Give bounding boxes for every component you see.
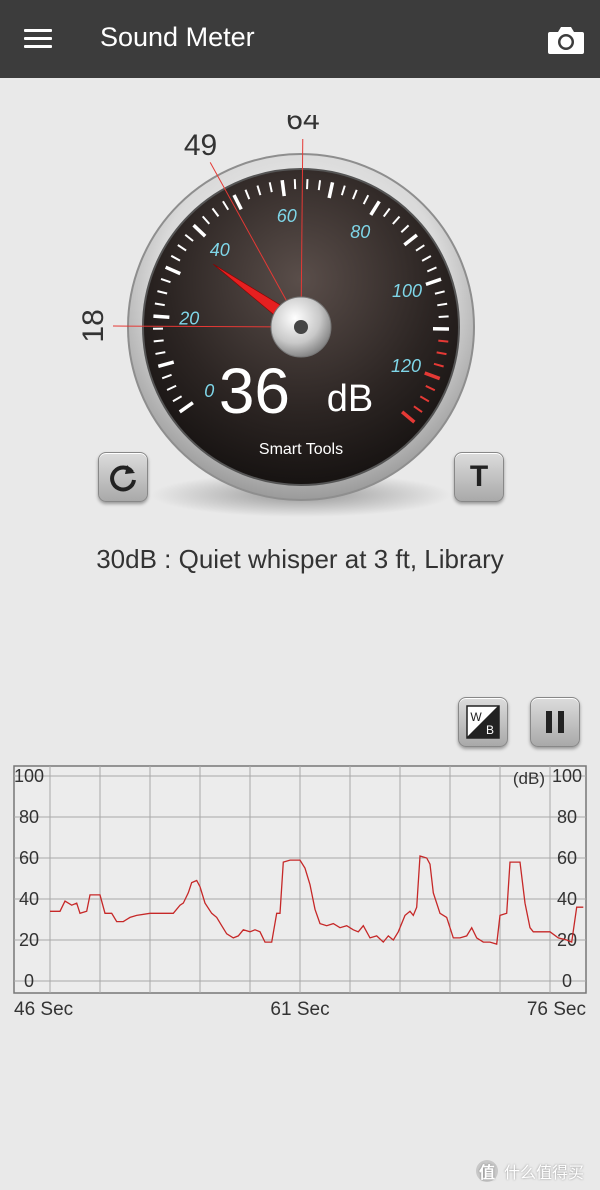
gauge-max-marker-label: 64 — [286, 115, 319, 136]
chart-x-label: 46 Sec — [14, 999, 73, 1020]
gauge-scale-label: 0 — [204, 381, 214, 401]
chart-y-tick-right: 80 — [557, 807, 577, 827]
gauge-avg-marker-label: 49 — [184, 129, 217, 162]
gauge-min-marker-label: 18 — [77, 309, 110, 342]
chart-unit-label: (dB) — [513, 769, 545, 788]
gauge-brand-label: Smart Tools — [259, 441, 343, 458]
gauge-scale-label: 120 — [391, 356, 421, 376]
chart-y-tick-left: 0 — [24, 971, 34, 991]
chart-y-tick-right: 40 — [557, 889, 577, 909]
tool-t-button[interactable]: T — [454, 452, 504, 502]
refresh-icon — [110, 465, 136, 492]
app-bar: Sound Meter — [0, 0, 600, 78]
db-reading-unit: dB — [327, 378, 373, 420]
tool-t-label: T — [469, 460, 489, 493]
chart-y-tick-right: 60 — [557, 848, 577, 868]
watermark: 值 什么值得买 — [476, 1158, 596, 1184]
chart-y-tick-left: 80 — [19, 807, 39, 827]
chart-y-tick-left: 60 — [19, 848, 39, 868]
chart-y-tick-right: 0 — [562, 971, 572, 991]
chart-x-labels: 46 Sec 61 Sec 76 Sec — [14, 999, 586, 1020]
gauge-hub-center — [294, 320, 308, 334]
gauge-scale-label: 20 — [178, 309, 199, 329]
svg-text:W: W — [470, 710, 482, 724]
wb-icon: W B — [466, 705, 500, 739]
white-black-toggle-button[interactable]: W B — [458, 697, 508, 747]
chart-x-label: 61 Sec — [270, 999, 329, 1020]
gauge-tick — [280, 179, 286, 197]
hamburger-menu-icon[interactable] — [18, 22, 58, 56]
watermark-logo: 值 — [476, 1160, 498, 1182]
gauge-tick — [317, 180, 322, 191]
chart-grid — [14, 766, 586, 993]
camera-icon[interactable] — [544, 20, 588, 60]
chart-x-label: 76 Sec — [527, 999, 586, 1020]
gauge-tick — [153, 314, 170, 320]
db-history-chart: 0 0 20 20 40 40 60 60 80 80 100 100 (dB) 46 Sec 61 S… — [0, 760, 600, 1030]
gauge-scale-label: 60 — [277, 206, 297, 226]
gauge-scale-label: 40 — [210, 240, 230, 260]
chart-y-tick-left: 40 — [19, 889, 39, 909]
db-reading-value: 36 — [219, 355, 290, 427]
pause-icon — [546, 711, 564, 733]
gauge-tick — [153, 339, 164, 343]
reset-button[interactable] — [98, 452, 148, 502]
gauge-scale-label: 100 — [392, 281, 422, 301]
gauge-tick — [438, 339, 449, 343]
chart-y-tick-left: 100 — [14, 766, 44, 786]
gauge-tick — [438, 315, 449, 319]
chart-y-tick-right: 100 — [552, 766, 582, 786]
pause-button[interactable] — [530, 697, 580, 747]
svg-text:B: B — [486, 723, 494, 737]
chart-y-tick-left: 20 — [19, 930, 39, 950]
app-title: Sound Meter — [100, 22, 255, 52]
gauge-scale-label: 80 — [350, 222, 370, 242]
noise-level-description: 30dB : Quiet whisper at 3 ft, Library — [96, 544, 504, 574]
watermark-text: 什么值得买 — [504, 1165, 585, 1182]
